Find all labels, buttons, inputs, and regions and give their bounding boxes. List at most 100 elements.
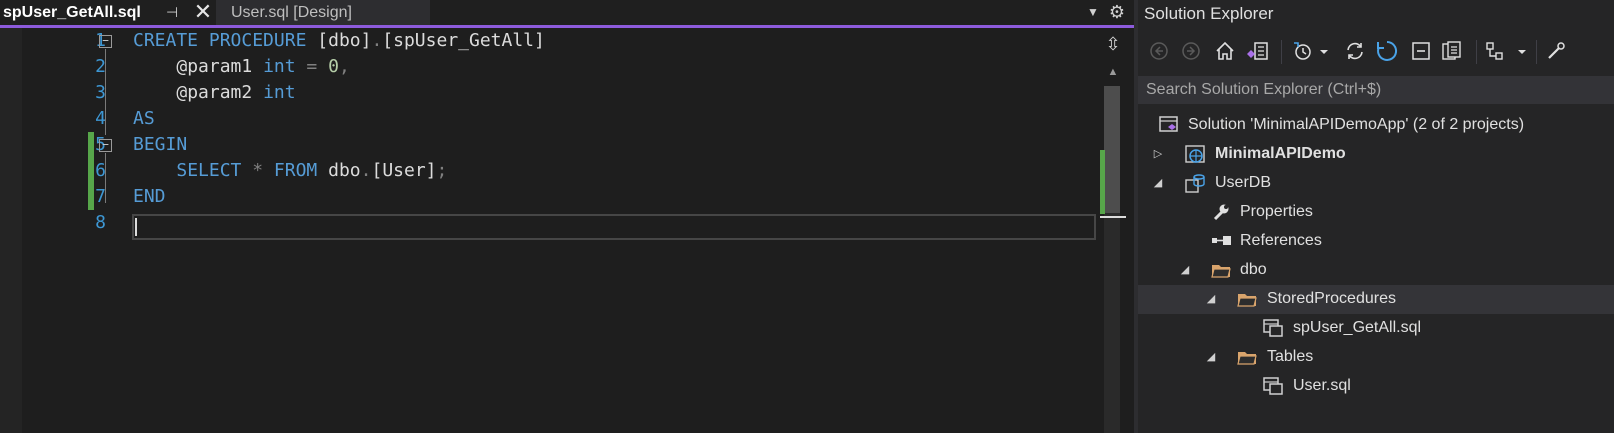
tab-title: User.sql [Design] (231, 3, 352, 21)
collapse-arrow-icon[interactable]: ◢ (1178, 262, 1192, 278)
editor-pane: spUser_GetAll.sql ⊣ ✕ User.sql [Design] … (0, 0, 1134, 433)
tree-item-references[interactable]: References (1138, 227, 1614, 256)
text-caret (135, 218, 137, 236)
punctuation: . (360, 160, 372, 181)
pending-changes-icon[interactable] (1290, 38, 1330, 64)
search-box[interactable] (1138, 76, 1614, 104)
identifier: @param2 (176, 82, 253, 103)
operator: * (252, 160, 264, 181)
sql-file-icon (1262, 375, 1284, 397)
code-line: SELECT * FROM dbo.[User]; (133, 158, 447, 184)
collapse-arrow-icon[interactable]: ◢ (1204, 349, 1218, 365)
database-project-icon (1184, 172, 1206, 194)
code-line: AS (133, 106, 155, 132)
properties-icon[interactable] (1544, 38, 1568, 64)
line-number: 7 (95, 186, 106, 207)
home-icon[interactable] (1212, 38, 1238, 64)
line-number: 8 (95, 212, 106, 233)
tree-item-label: Properties (1240, 203, 1313, 220)
folder-icon (1210, 259, 1232, 281)
keyword: SELECT (176, 160, 242, 181)
tree-item-label: UserDB (1215, 174, 1272, 191)
punctuation: , (338, 56, 350, 77)
tab-title: spUser_GetAll.sql (3, 3, 141, 21)
tree-item-storedprocedures[interactable]: ◢ StoredProcedures (1138, 285, 1614, 314)
keyword: int (263, 82, 296, 103)
expand-arrow-icon[interactable]: ▷ (1151, 146, 1165, 162)
change-indicator (88, 132, 94, 210)
code-line: @param1 int = 0, (133, 54, 350, 80)
tree-item-label: MinimalAPIDemo (1215, 145, 1346, 162)
tab-user-design[interactable]: User.sql [Design] (216, 0, 430, 25)
tree-item-tables[interactable]: ◢ Tables (1138, 343, 1614, 372)
tree-item-label: dbo (1240, 261, 1267, 278)
scroll-up-icon[interactable]: ▲ (1104, 66, 1122, 78)
line-number: 3 (95, 82, 106, 103)
keyword: PROCEDURE (208, 30, 307, 51)
code-editor[interactable]: 1 2 3 4 5 6 7 8 − − CREATE PROCEDURE [db… (0, 28, 1100, 433)
scrollbar-caret-marker (1100, 216, 1126, 218)
operator: = (306, 56, 318, 77)
tree-item-label: Solution 'MinimalAPIDemoApp' (2 of 2 pro… (1188, 116, 1525, 133)
gear-icon[interactable]: ⚙ (1107, 1, 1127, 23)
panel-title: Solution Explorer (1144, 4, 1274, 23)
tree-item-label: spUser_GetAll.sql (1293, 319, 1422, 336)
collapse-icon[interactable]: − (99, 139, 112, 152)
switch-views-icon[interactable] (1244, 38, 1272, 64)
punctuation: . (371, 30, 383, 51)
tree-item-user-sql[interactable]: User.sql (1138, 372, 1614, 401)
tree-item-properties[interactable]: Properties (1138, 198, 1614, 227)
keyword: BEGIN (133, 134, 188, 155)
indicator-margin (0, 28, 22, 433)
code-line: END (133, 184, 166, 210)
tree-item-label: User.sql (1293, 377, 1351, 394)
tree-item-spuser-getall-sql[interactable]: spUser_GetAll.sql (1138, 314, 1614, 343)
web-project-icon (1184, 143, 1206, 165)
tree-item-label: Tables (1267, 348, 1314, 365)
collapse-arrow-icon[interactable]: ◢ (1151, 175, 1165, 191)
vertical-scrollbar[interactable]: ⇳ ▲ (1100, 28, 1126, 433)
tree-item-userdb[interactable]: ◢ UserDB (1138, 169, 1614, 198)
tree-item-label: StoredProcedures (1267, 290, 1396, 307)
code-line: CREATE PROCEDURE [dbo].[spUser_GetAll] (133, 28, 545, 54)
tree-item-minimalapidemo[interactable]: ▷ MinimalAPIDemo (1138, 140, 1614, 169)
number-literal: 0 (328, 56, 339, 77)
collapse-arrow-icon[interactable]: ◢ (1204, 291, 1218, 307)
tree-item-dbo[interactable]: ◢ dbo (1138, 256, 1614, 285)
identifier: [dbo] (317, 30, 372, 51)
keyword: FROM (273, 160, 318, 181)
toolbar-separator (1536, 40, 1537, 64)
collapse-all-icon[interactable] (1408, 38, 1434, 64)
pin-icon[interactable]: ⊣ (166, 4, 180, 20)
keyword: CREATE (133, 30, 199, 51)
line-number: 6 (95, 160, 106, 181)
scrollbar-thumb[interactable] (1104, 86, 1120, 213)
collapse-icon[interactable]: − (99, 35, 112, 48)
show-all-files-icon[interactable] (1438, 38, 1466, 64)
solution-explorer-toolbar (1138, 32, 1614, 72)
line-gutter: 1 2 3 4 5 6 7 8 − − (22, 28, 132, 433)
back-icon[interactable] (1148, 38, 1170, 64)
close-icon[interactable]: ✕ (193, 1, 213, 23)
sync-icon[interactable] (1342, 38, 1368, 64)
tab-dropdown-icon[interactable]: ▼ (1085, 3, 1101, 21)
toolbar-separator (1281, 40, 1282, 64)
document-tab-bar: spUser_GetAll.sql ⊣ ✕ User.sql [Design] … (0, 0, 1134, 25)
search-input[interactable] (1138, 76, 1614, 104)
preview-icon[interactable] (1484, 38, 1528, 64)
keyword: int (263, 56, 296, 77)
references-icon (1210, 230, 1232, 252)
sql-file-icon (1262, 317, 1284, 339)
punctuation: ; (436, 160, 448, 181)
tab-spuser-getall[interactable]: spUser_GetAll.sql ⊣ ✕ (0, 0, 216, 25)
identifier: [spUser_GetAll] (382, 30, 545, 51)
forward-icon[interactable] (1180, 38, 1202, 64)
split-window-icon[interactable]: ⇳ (1100, 32, 1126, 56)
keyword: END (133, 186, 166, 207)
tree-item-solution[interactable]: Solution 'MinimalAPIDemoApp' (2 of 2 pro… (1138, 111, 1614, 140)
folder-icon (1236, 346, 1258, 368)
solution-explorer: Solution Explorer Search Solution Explor… (1138, 0, 1614, 433)
outline-line (105, 49, 106, 135)
code-line: BEGIN (133, 132, 187, 158)
refresh-icon[interactable] (1374, 38, 1400, 64)
